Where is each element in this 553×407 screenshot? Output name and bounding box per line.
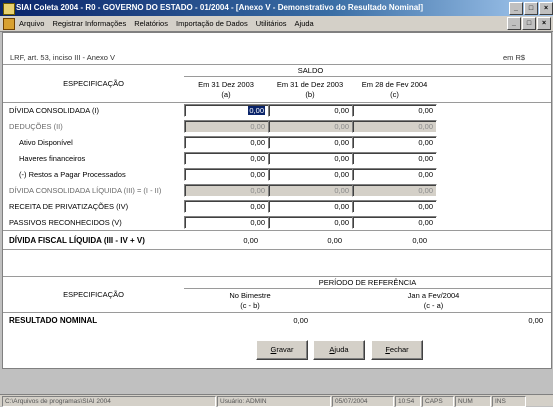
table-row: Haveres financeiros 0,00 0,00 0,00 [3, 151, 551, 167]
value-field: 0,00 [352, 120, 438, 133]
col-header-a: Em 31 Dez 2003 (a) [184, 76, 268, 103]
status-ins: INS [492, 396, 526, 407]
col-header-b: Em 31 de Dez 2003 (b) [268, 76, 352, 103]
table-row: Ativo Disponível 0,00 0,00 0,00 [3, 135, 551, 151]
col-header-jan-fev: Jan a Fev/2004 (c - a) [316, 288, 552, 313]
saldo-header: SALDO [184, 64, 438, 77]
app-icon [3, 3, 15, 15]
total-value-a: 0,00 [184, 230, 268, 250]
result-label: RESULTADO NOMINAL [3, 312, 184, 329]
menu-utilitarios[interactable]: Utilitários [252, 16, 291, 31]
value-field[interactable]: 0,00 [184, 168, 269, 181]
close-button[interactable]: × [539, 2, 553, 15]
value-field[interactable]: 0,00 [268, 152, 353, 165]
menu-relatorios[interactable]: Relatórios [130, 16, 172, 31]
total-value-b: 0,00 [268, 230, 352, 250]
maximize-button[interactable]: □ [524, 2, 538, 15]
status-time: 10:54 [395, 396, 421, 407]
legal-reference: LRF, art. 53, inciso III - Anexo V [10, 53, 116, 62]
window-controls: _ □ × [509, 0, 553, 16]
value-field[interactable]: 0,00 [184, 104, 269, 118]
child-window-controls: _ □ × [507, 17, 551, 30]
child-restore-button[interactable]: □ [522, 17, 536, 30]
value-field[interactable]: 0,00 [184, 152, 269, 165]
help-button[interactable]: Ajuda [313, 340, 365, 360]
form-area: LRF, art. 53, inciso III - Anexo V em R$… [2, 32, 552, 369]
value-field: 0,00 [184, 184, 269, 197]
result-row: RESULTADO NOMINAL 0,00 0,00 [3, 312, 552, 329]
status-caps: CAPS [422, 396, 454, 407]
currency-note: em R$ [503, 53, 526, 62]
value-field[interactable]: 0,00 [352, 152, 438, 165]
spec-header: ESPECIFICAÇÃO [3, 64, 184, 103]
status-num: NUM [455, 396, 491, 407]
menu-bar: Arquivo Registrar Informações Relatórios… [0, 16, 553, 32]
result-table: ESPECIFICAÇÃO PERÍODO DE REFERÊNCIA No B… [3, 276, 552, 329]
period-header: PERÍODO DE REFERÊNCIA [184, 276, 552, 289]
menu-arquivo[interactable]: Arquivo [15, 16, 48, 31]
col-header-c: Em 28 de Fev 2004 (c) [352, 76, 438, 103]
table-row: PASSIVOS RECONHECIDOS (V) 0,00 0,00 0,00 [3, 215, 551, 231]
total-value-c: 0,00 [352, 230, 438, 250]
value-field[interactable]: 0,00 [268, 136, 353, 149]
table-row: DÍVIDA CONSOLIDADA LÍQUIDA (III) = (I - … [3, 183, 551, 199]
value-field[interactable]: 0,00 [268, 168, 353, 181]
table-row: RECEITA DE PRIVATIZAÇÕES (IV) 0,00 0,00 … [3, 199, 551, 215]
row-label: PASSIVOS RECONHECIDOS (V) [9, 217, 122, 227]
title-bar: SIAI Coleta 2004 - R0 - GOVERNO DO ESTAD… [0, 0, 553, 16]
row-label: DEDUÇÕES (II) [9, 122, 63, 131]
status-bar: C:\Arquivos de programas\SIAI 2004 Usuár… [0, 394, 553, 407]
value-field: 0,00 [268, 120, 353, 133]
row-label: Ativo Disponível [19, 138, 73, 147]
col-header-bimestre: No Bimestre (c - b) [184, 288, 316, 313]
value-field[interactable]: 0,00 [268, 215, 353, 229]
row-label: DÍVIDA CONSOLIDADA (I) [3, 102, 184, 119]
result-spec-header: ESPECIFICAÇÃO [3, 276, 184, 313]
value-field[interactable]: 0,00 [352, 215, 438, 229]
status-message: C:\Arquivos de programas\SIAI 2004 [2, 396, 216, 407]
value-field[interactable]: 0,00 [352, 168, 438, 181]
value-field: 0,00 [268, 184, 353, 197]
child-minimize-button[interactable]: _ [507, 17, 521, 30]
value-field[interactable]: 0,00 [268, 104, 353, 118]
value-field[interactable]: 0,00 [352, 104, 438, 118]
value-field[interactable]: 0,00 [184, 136, 269, 149]
row-label: Haveres financeiros [19, 154, 86, 163]
save-button[interactable]: Gravar [256, 340, 308, 360]
table-row: DÍVIDA CONSOLIDADA (I) 0,00 0,00 0,00 [3, 102, 552, 119]
status-user: Usuário: ADMIN [217, 396, 331, 407]
menu-items: Arquivo Registrar Informações Relatórios… [15, 16, 318, 31]
value-field: 0,00 [352, 184, 438, 197]
child-close-button[interactable]: × [537, 17, 551, 30]
close-form-button[interactable]: Fechar [371, 340, 423, 360]
result-value-jan-fev: 0,00 [316, 312, 552, 329]
value-field[interactable]: 0,00 [352, 200, 438, 213]
table-row: (-) Restos a Pagar Processados 0,00 0,00… [3, 167, 551, 183]
value-field: 0,00 [184, 120, 269, 133]
value-field[interactable]: 0,00 [268, 200, 353, 213]
menu-importacao-de-dados[interactable]: Importação de Dados [172, 16, 252, 31]
row-label: (-) Restos a Pagar Processados [19, 170, 126, 179]
menu-ajuda[interactable]: Ajuda [291, 16, 318, 31]
total-label: DÍVIDA FISCAL LÍQUIDA (III - IV + V) [3, 230, 184, 250]
total-row: DÍVIDA FISCAL LÍQUIDA (III - IV + V) 0,0… [3, 230, 552, 250]
result-value-bimestre: 0,00 [184, 312, 316, 329]
value-field[interactable]: 0,00 [184, 200, 269, 213]
window-title: SIAI Coleta 2004 - R0 - GOVERNO DO ESTAD… [16, 3, 424, 12]
value-field[interactable]: 0,00 [352, 136, 438, 149]
row-label: RECEITA DE PRIVATIZAÇÕES (IV) [9, 202, 129, 211]
table-row: DEDUÇÕES (II) 0,00 0,00 0,00 [3, 119, 551, 135]
document-icon[interactable] [3, 18, 15, 30]
row-label: DÍVIDA CONSOLIDADA LÍQUIDA (III) = (I - … [9, 186, 162, 195]
minimize-button[interactable]: _ [509, 2, 523, 15]
value-field[interactable]: 0,00 [184, 215, 269, 229]
balance-table: ESPECIFICAÇÃO SALDO Em 31 Dez 2003 (a) Em… [3, 64, 552, 251]
menu-registrar-informacoes[interactable]: Registrar Informações [48, 16, 130, 31]
status-date: 05/07/2004 [332, 396, 394, 407]
